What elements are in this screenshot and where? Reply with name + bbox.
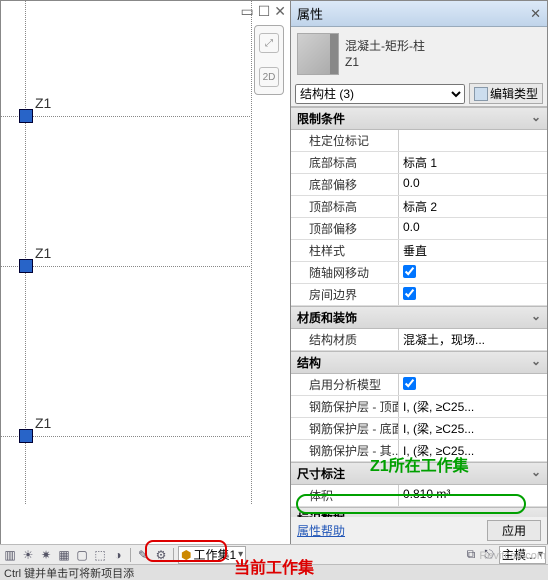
prop-label: 柱样式 bbox=[291, 240, 399, 261]
prop-label: 底部标高 bbox=[291, 152, 399, 173]
type-thumbnail[interactable] bbox=[297, 33, 339, 75]
column-instance[interactable] bbox=[19, 259, 33, 273]
column-tag: Z1 bbox=[35, 415, 51, 431]
group-header: 标识数据 bbox=[297, 510, 345, 517]
prop-value[interactable]: 混凝土，现场... bbox=[399, 329, 547, 350]
prop-value[interactable]: I, (梁, ≥C25... bbox=[399, 418, 547, 439]
group-header: 尺寸标注 bbox=[297, 465, 345, 482]
column-instance[interactable] bbox=[19, 429, 33, 443]
properties-help-link[interactable]: 属性帮助 bbox=[297, 522, 345, 539]
prop-value[interactable]: 垂直 bbox=[399, 240, 547, 261]
prop-value[interactable]: 0.0 bbox=[399, 218, 547, 239]
prop-label: 房间边界 bbox=[291, 284, 399, 305]
prop-value[interactable] bbox=[399, 284, 547, 305]
panel-title: 属性 bbox=[297, 4, 323, 23]
element-category-select[interactable]: 结构柱 (3) bbox=[295, 84, 465, 104]
collapse-icon[interactable]: ⌄ bbox=[531, 309, 541, 326]
prop-label: 柱定位标记 bbox=[291, 130, 399, 151]
move-with-grid-checkbox[interactable] bbox=[403, 265, 416, 278]
chevron-down-icon: ▾ bbox=[238, 549, 243, 560]
collapse-icon[interactable]: ⌄ bbox=[531, 110, 541, 127]
workset-label: 工作集1 bbox=[193, 546, 236, 563]
prop-label: 钢筋保护层 - 底面 bbox=[291, 418, 399, 439]
prop-value[interactable]: I, (梁, ≥C25... bbox=[399, 440, 547, 461]
edit-type-label: 编辑类型 bbox=[490, 85, 538, 102]
crop-icon[interactable]: ▦ bbox=[56, 547, 72, 563]
workset-combo[interactable]: ⬢ 工作集1 ▾ bbox=[178, 546, 246, 564]
column-instance[interactable] bbox=[19, 109, 33, 123]
group-header: 限制条件 bbox=[297, 110, 345, 127]
status-bar: Ctrl 键并单击可将新项目添 bbox=[0, 564, 548, 580]
hide-icon[interactable]: ⬚ bbox=[92, 547, 108, 563]
status-hint: Ctrl 键并单击可将新项目添 bbox=[4, 565, 134, 581]
prop-value[interactable]: 标高 1 bbox=[399, 152, 547, 173]
edit-type-icon bbox=[474, 87, 488, 101]
watermark: Revitcad.com bbox=[479, 550, 546, 562]
column-tag: Z1 bbox=[35, 95, 51, 111]
prop-label: 随轴网移动 bbox=[291, 262, 399, 283]
apply-button[interactable]: 应用 bbox=[487, 520, 541, 541]
crop-region-icon[interactable]: ▢ bbox=[74, 547, 90, 563]
shadow-icon[interactable]: ✷ bbox=[38, 547, 54, 563]
prop-value[interactable] bbox=[399, 262, 547, 283]
properties-panel: 属性 ✕ 混凝土-矩形-柱 Z1 结构柱 (3) 编辑类型 限制条件 ⌄ 柱定位标… bbox=[291, 1, 547, 544]
prop-label: 钢筋保护层 - 其... bbox=[291, 440, 399, 461]
collapse-icon[interactable]: ⌄ bbox=[531, 510, 541, 517]
prop-label: 启用分析模型 bbox=[291, 374, 399, 395]
enable-analytical-checkbox[interactable] bbox=[403, 377, 416, 390]
prop-value[interactable]: 标高 2 bbox=[399, 196, 547, 217]
prop-value: 0.810 m³ bbox=[399, 485, 547, 506]
prop-label: 结构材质 bbox=[291, 329, 399, 350]
type-family-label: 混凝土-矩形-柱 bbox=[345, 38, 541, 54]
prop-value[interactable] bbox=[399, 130, 547, 151]
close-icon[interactable]: ✕ bbox=[274, 3, 286, 20]
group-header: 结构 bbox=[297, 354, 321, 371]
prop-label: 底部偏移 bbox=[291, 174, 399, 195]
tool-icon[interactable]: ⚙ bbox=[153, 547, 169, 563]
room-bounding-checkbox[interactable] bbox=[403, 287, 416, 300]
prop-value[interactable]: 0.0 bbox=[399, 174, 547, 195]
bottom-toolbar: ▥ ☀ ✷ ▦ ▢ ⬚ ◑ ✎ ⚙ ⬢ 工作集1 ▾ ⧉ ⎋ 主模... ▾ bbox=[0, 544, 548, 564]
prop-value[interactable] bbox=[399, 374, 547, 395]
view-cube[interactable]: ⤢ 2D bbox=[254, 25, 284, 95]
filter-icon[interactable]: ⧉ bbox=[463, 547, 479, 563]
collapse-icon[interactable]: ⌄ bbox=[531, 354, 541, 371]
group-header: 材质和装饰 bbox=[297, 309, 357, 326]
prop-value[interactable]: I, (梁, ≥C25... bbox=[399, 396, 547, 417]
properties-list[interactable]: 限制条件⌄ 柱定位标记 底部标高标高 1 底部偏移0.0 顶部标高标高 2 顶部… bbox=[291, 106, 547, 517]
maximize-icon[interactable]: ☐ bbox=[258, 3, 271, 20]
reveal-icon[interactable]: ◑ bbox=[110, 547, 126, 563]
panel-close-icon[interactable]: ✕ bbox=[530, 6, 541, 22]
prop-label: 体积 bbox=[291, 485, 399, 506]
view-icon[interactable]: ▥ bbox=[2, 547, 18, 563]
collapse-icon[interactable]: ⌄ bbox=[531, 465, 541, 482]
drawing-canvas[interactable]: ▭ ☐ ✕ ⤢ 2D 1 2 Z1 Z1 Z1 bbox=[1, 1, 291, 544]
column-tag: Z1 bbox=[35, 245, 51, 261]
type-name-label: Z1 bbox=[345, 54, 541, 70]
edit-type-button[interactable]: 编辑类型 bbox=[469, 83, 543, 104]
prop-label: 顶部标高 bbox=[291, 196, 399, 217]
tool-icon[interactable]: ✎ bbox=[135, 547, 151, 563]
workset-icon: ⬢ bbox=[181, 548, 191, 562]
sun-icon[interactable]: ☀ bbox=[20, 547, 36, 563]
prop-label: 顶部偏移 bbox=[291, 218, 399, 239]
prop-label: 钢筋保护层 - 顶面 bbox=[291, 396, 399, 417]
